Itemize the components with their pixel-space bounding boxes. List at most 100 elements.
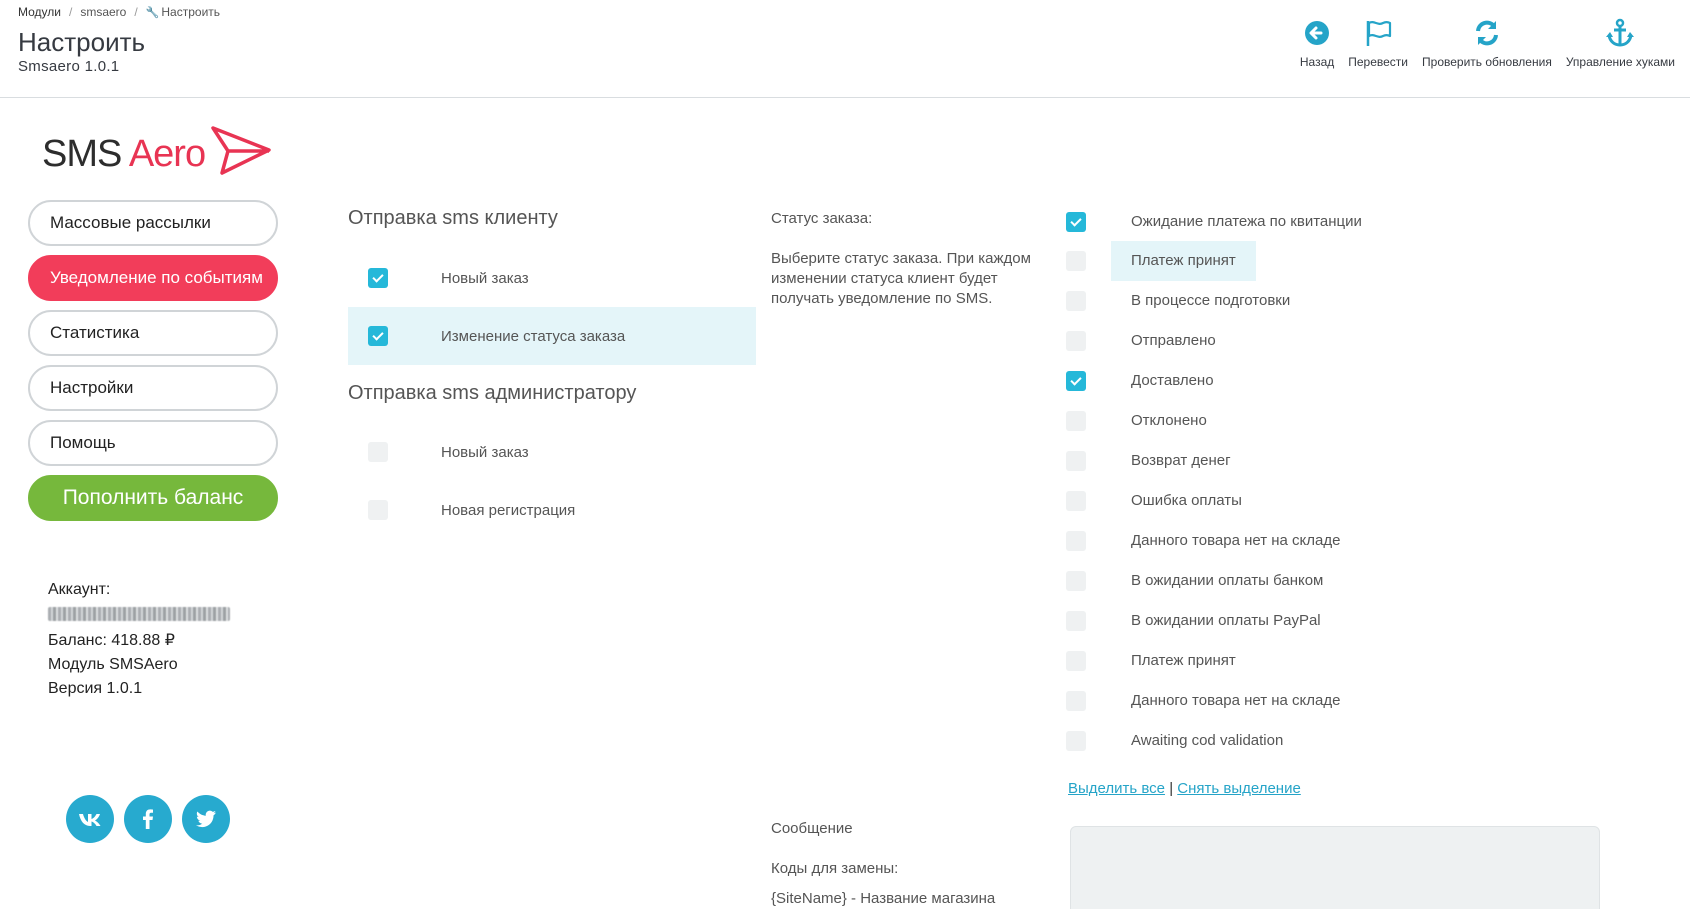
status-checkbox[interactable] — [1066, 411, 1086, 431]
account-version: Версия 1.0.1 — [48, 680, 143, 697]
manage-hooks-button-label: Управление хуками — [1565, 55, 1675, 69]
status-item[interactable]: Платеж принят — [1066, 641, 1256, 681]
nav-mass-mailing[interactable]: Массовые рассылки — [28, 200, 278, 246]
twitter-link[interactable] — [182, 795, 230, 843]
client-status-change-label: Изменение статуса заказа — [441, 327, 626, 345]
status-checkbox[interactable] — [1066, 491, 1086, 511]
breadcrumb-item-configure: 🔧 Настроить — [146, 5, 220, 19]
status-checkbox[interactable] — [1066, 371, 1086, 391]
logo-sms-text: SMS — [42, 133, 122, 175]
message-textarea[interactable] — [1070, 826, 1600, 909]
admin-sms-section-title: Отправка sms администратору — [348, 382, 637, 404]
code-sitename: {SiteName} - Название магазина — [771, 890, 996, 907]
account-info: Аккаунт: Баланс: 418.88 ₽ Модуль SMSAero… — [48, 578, 230, 701]
breadcrumb-current-label: Настроить — [161, 5, 221, 19]
breadcrumb-item-smsaero[interactable]: smsaero — [80, 5, 126, 19]
toolbar: Назад Перевести Проверить обновления Упр… — [1293, 18, 1682, 69]
client-new-order-option[interactable]: Новый заказ — [348, 249, 756, 307]
breadcrumb-item-modules[interactable]: Модули — [18, 5, 61, 19]
nav-event-notifications[interactable]: Уведомление по событиям — [28, 255, 278, 301]
paper-plane-icon — [211, 126, 271, 175]
selection-divider: | — [1169, 780, 1174, 797]
status-checkbox[interactable] — [1066, 611, 1086, 631]
status-item[interactable]: Платеж принят — [1066, 241, 1256, 281]
client-status-change-checkbox[interactable] — [368, 326, 388, 346]
nav-statistics[interactable]: Статистика — [28, 310, 278, 356]
status-label: Доставлено — [1131, 372, 1214, 389]
smsaero-logo: SMS Aero — [40, 125, 280, 185]
status-item[interactable]: Возврат денег — [1066, 441, 1251, 481]
replacement-codes-label: Коды для замены: — [771, 860, 899, 877]
client-new-order-checkbox[interactable] — [368, 268, 388, 288]
admin-new-order-option[interactable]: Новый заказ — [348, 423, 756, 481]
status-checkbox[interactable] — [1066, 451, 1086, 471]
status-checkbox[interactable] — [1066, 731, 1086, 751]
status-label: Данного товара нет на складе — [1131, 532, 1341, 549]
status-item[interactable]: Данного товара нет на складе — [1066, 521, 1360, 561]
nav-settings[interactable]: Настройки — [28, 365, 278, 411]
status-item[interactable]: В процессе подготовки — [1066, 281, 1310, 321]
admin-new-registration-checkbox[interactable] — [368, 500, 388, 520]
arrow-circle-left-icon — [1305, 21, 1330, 45]
status-label: Ожидание платежа по квитанции — [1131, 213, 1362, 230]
status-label: В процессе подготовки — [1131, 292, 1291, 309]
breadcrumb-separator: / — [68, 5, 73, 19]
facebook-link[interactable] — [124, 795, 172, 843]
account-email-redacted — [48, 602, 230, 629]
vk-icon — [79, 814, 101, 826]
status-checkbox[interactable] — [1066, 251, 1086, 271]
status-item[interactable]: Awaiting cod validation — [1066, 721, 1303, 761]
status-label: Платеж принят — [1131, 652, 1236, 669]
nav-help[interactable]: Помощь — [28, 420, 278, 466]
message-label: Сообщение — [771, 820, 853, 837]
translate-button[interactable]: Перевести — [1341, 18, 1415, 69]
status-item[interactable]: В ожидании оплаты PayPal — [1066, 601, 1341, 641]
wrench-icon: 🔧 — [145, 7, 160, 19]
status-item[interactable]: В ожидании оплаты банком — [1066, 561, 1343, 601]
topup-balance-button[interactable]: Пополнить баланс — [28, 475, 278, 521]
facebook-icon — [143, 809, 153, 829]
flag-icon — [1366, 20, 1392, 46]
social-links — [66, 795, 230, 843]
status-checkbox[interactable] — [1066, 571, 1086, 591]
status-item[interactable]: Отправлено — [1066, 321, 1236, 361]
status-item[interactable]: Данного товара нет на складе — [1066, 681, 1360, 721]
deselect-all-link[interactable]: Снять выделение — [1177, 780, 1301, 797]
check-updates-button[interactable]: Проверить обновления — [1415, 18, 1559, 69]
admin-new-order-checkbox[interactable] — [368, 442, 388, 462]
admin-new-registration-option[interactable]: Новая регистрация — [348, 481, 756, 539]
translate-button-label: Перевести — [1348, 55, 1409, 69]
account-balance: Баланс: 418.88 ₽ — [48, 632, 175, 649]
status-label: В ожидании оплаты банком — [1131, 572, 1324, 589]
status-label: Awaiting cod validation — [1131, 732, 1284, 749]
status-label: Данного товара нет на складе — [1131, 692, 1341, 709]
anchor-icon — [1606, 18, 1635, 47]
status-item[interactable]: Доставлено — [1066, 361, 1234, 401]
status-checkbox[interactable] — [1066, 531, 1086, 551]
status-item[interactable]: Ошибка оплаты — [1066, 481, 1262, 521]
order-status-label: Статус заказа: — [771, 210, 873, 227]
selection-links: Выделить все | Снять выделение — [1068, 780, 1301, 797]
select-all-link[interactable]: Выделить все — [1068, 780, 1165, 797]
page-title: Настроить — [18, 27, 146, 57]
status-checkbox[interactable] — [1066, 691, 1086, 711]
status-checkbox[interactable] — [1066, 651, 1086, 671]
back-button[interactable]: Назад — [1293, 18, 1341, 69]
status-label: Ошибка оплаты — [1131, 492, 1242, 509]
status-label: Платеж принят — [1111, 241, 1256, 281]
logo-aero-text: Aero — [128, 133, 206, 175]
page-subtitle: Smsaero 1.0.1 — [18, 58, 120, 75]
manage-hooks-button[interactable]: Управление хуками — [1559, 18, 1682, 69]
vk-link[interactable] — [66, 795, 114, 843]
status-checkbox[interactable] — [1066, 291, 1086, 311]
page-header: Модули / smsaero / 🔧 Настроить Настроить … — [0, 0, 1690, 98]
order-status-help: Выберите статус заказа. При каждом измен… — [771, 250, 1031, 307]
client-status-change-option[interactable]: Изменение статуса заказа — [348, 307, 756, 365]
breadcrumb: Модули / smsaero / 🔧 Настроить — [18, 5, 220, 19]
status-checkbox[interactable] — [1066, 331, 1086, 351]
status-item[interactable]: Ожидание платежа по квитанции — [1066, 202, 1382, 242]
status-checkbox[interactable] — [1066, 212, 1086, 232]
status-item[interactable]: Отклонено — [1066, 401, 1227, 441]
client-sms-section-title: Отправка sms клиенту — [348, 207, 558, 229]
refresh-icon — [1475, 20, 1498, 46]
